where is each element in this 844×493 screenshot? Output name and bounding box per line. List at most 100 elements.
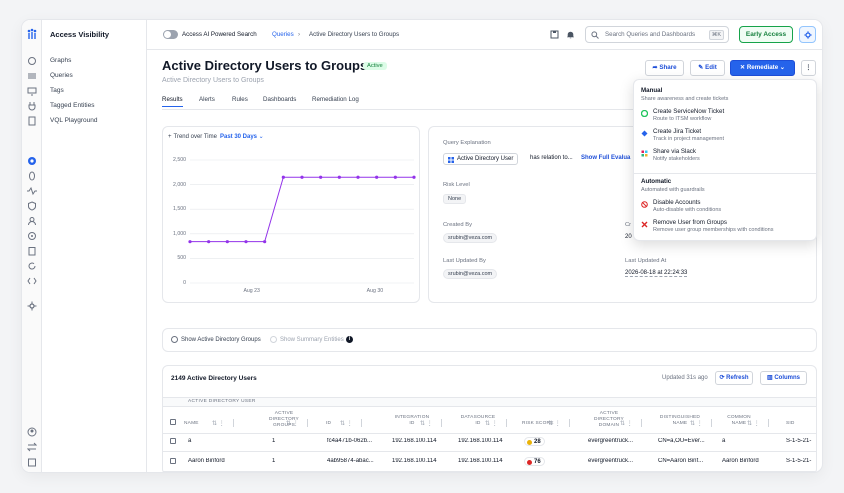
menu-item-title: Share via Slack — [653, 148, 696, 155]
show-full-evaluation-link[interactable]: Show Full Evalua — [581, 155, 630, 161]
query-explanation-label: Query Explanation — [443, 140, 491, 146]
column-separator[interactable] — [441, 419, 442, 427]
column-separator[interactable] — [361, 419, 362, 427]
users-icon[interactable] — [27, 216, 37, 226]
column-menu-icon[interactable]: ⇅ ⋮ — [690, 420, 703, 427]
clipboard-icon[interactable] — [27, 246, 37, 256]
column-separator[interactable] — [768, 419, 769, 427]
menu-item-servicenow[interactable]: Create ServiceNow Ticket Route to ITSM w… — [641, 108, 811, 130]
column-menu-icon[interactable]: ⇅ ⋮ — [420, 420, 433, 427]
column-menu-icon[interactable]: ⇅ ⋮ — [340, 420, 353, 427]
row-checkbox[interactable] — [170, 438, 176, 444]
nav-item-vql-playground[interactable]: VQL Playground — [50, 117, 97, 124]
tab-remediation-log[interactable]: Remediation Log — [312, 96, 359, 103]
column-menu-icon[interactable]: ⇅ ⋮ — [485, 420, 498, 427]
y-tick-label: 500 — [177, 255, 186, 262]
tab-results[interactable]: Results — [162, 96, 183, 107]
show-groups-checkbox[interactable] — [171, 336, 178, 343]
menu-item-slack[interactable]: Share via Slack Notify stakeholders — [641, 148, 811, 170]
search-shortcut: ⌘K — [708, 30, 724, 40]
refresh-cycle-icon[interactable] — [27, 261, 37, 271]
cell-name[interactable]: Aaron Binford — [188, 458, 258, 464]
book-icon[interactable] — [27, 116, 37, 126]
search-box[interactable]: Search Queries and Dashboards ⌘K — [585, 26, 729, 43]
bell-icon[interactable] — [566, 30, 575, 39]
menu-item-remove-user-from-groups[interactable]: Remove User from Groups Remove user grou… — [641, 219, 811, 241]
jira-icon — [641, 130, 648, 137]
tab-dashboards[interactable]: Dashboards — [263, 96, 296, 103]
cell-common-name: a — [722, 438, 726, 444]
chevron-down-icon: ⌄ — [778, 64, 786, 71]
menu-item-title: Create ServiceNow Ticket — [653, 108, 725, 115]
layers-icon[interactable] — [27, 71, 37, 81]
plug-icon[interactable] — [27, 101, 37, 111]
share-button[interactable]: ➦ Share — [645, 60, 684, 76]
refresh-button[interactable]: ⟳ Refresh — [715, 371, 753, 385]
plus-icon: + — [168, 134, 172, 140]
columns-button[interactable]: ▥ Columns — [760, 371, 807, 385]
cell-groups: 1 — [272, 458, 276, 464]
column-separator[interactable] — [641, 419, 642, 427]
tools-icon: ✕ — [739, 64, 747, 71]
settings-icon[interactable] — [27, 301, 37, 311]
column-separator[interactable] — [506, 419, 507, 427]
show-summary-checkbox[interactable] — [270, 336, 277, 343]
info-icon[interactable]: i — [346, 336, 353, 343]
calendar-icon[interactable] — [27, 457, 37, 467]
created-at-label: Cr — [625, 222, 632, 228]
menu-item-disable-accounts[interactable]: Disable Accounts Auto-disable with condi… — [641, 199, 811, 221]
tab-rules[interactable]: Rules — [232, 96, 248, 103]
access-visibility-icon[interactable] — [27, 156, 37, 166]
column-separator[interactable] — [307, 419, 308, 427]
risk-score-badge: 76 — [524, 457, 545, 466]
column-menu-icon[interactable]: ⇅ ⋮ — [747, 420, 760, 427]
early-access-button[interactable]: Early Access — [739, 26, 793, 43]
row-checkbox[interactable] — [170, 458, 176, 464]
col-header-sid[interactable]: SID — [786, 421, 806, 427]
nav-item-graphs[interactable]: Graphs — [50, 57, 71, 64]
query-entity: Active Directory User — [457, 156, 514, 162]
trend-range[interactable]: Past 30 Days — [220, 134, 257, 140]
nav-item-tags[interactable]: Tags — [50, 87, 64, 94]
last-updated-by-label: Last Updated By — [443, 258, 486, 264]
edit-button[interactable]: ✎ Edit — [690, 60, 725, 76]
column-menu-icon[interactable]: ⇅ ⋮ — [620, 420, 633, 427]
integrations-icon[interactable] — [27, 56, 37, 66]
menu-item-jira[interactable]: Create Jira Ticket Track in project mana… — [641, 128, 811, 150]
column-separator[interactable] — [569, 419, 570, 427]
row-divider — [163, 451, 816, 452]
switch-icon[interactable] — [27, 442, 37, 452]
nav-item-queries[interactable]: Queries — [50, 72, 73, 79]
save-icon[interactable] — [550, 30, 559, 39]
column-menu-icon[interactable]: ⇅ ⋮ — [548, 420, 561, 427]
nav-item-tagged-entities[interactable]: Tagged Entities — [50, 102, 94, 109]
target-icon[interactable] — [27, 231, 37, 241]
profile-icon[interactable] — [27, 427, 37, 437]
shield-icon[interactable] — [27, 201, 37, 211]
remediate-button[interactable]: ✕ Remediate ⌄ — [730, 60, 795, 76]
tab-alerts[interactable]: Alerts — [199, 96, 215, 103]
ai-search-toggle[interactable] — [163, 30, 178, 39]
col-header-name[interactable]: NAME — [184, 421, 214, 427]
cell-name[interactable]: a — [188, 438, 258, 444]
trend-range-selector[interactable]: + Trend over Time Past 30 Days ⌄ — [168, 133, 264, 140]
code-icon[interactable] — [27, 276, 37, 286]
activity-icon[interactable] — [27, 186, 37, 196]
more-options-button[interactable]: ⋮ — [801, 60, 816, 76]
page-title: Active Directory Users to Groups — [162, 58, 368, 73]
chevron-down-icon: ⌄ — [257, 134, 264, 140]
app-logo-icon[interactable] — [26, 28, 38, 40]
assistant-button[interactable] — [799, 26, 816, 43]
column-menu-icon[interactable]: ⇅ ⋮ — [286, 420, 299, 427]
column-separator[interactable] — [233, 419, 234, 427]
column-separator[interactable] — [711, 419, 712, 427]
column-menu-icon[interactable]: ⇅ ⋮ — [212, 420, 225, 427]
y-tick-label: 2,000 — [173, 181, 186, 188]
menu-heading-manual: Manual — [641, 87, 663, 94]
eye-icon[interactable] — [27, 171, 37, 181]
risk-dot — [527, 440, 532, 445]
monitor-icon[interactable] — [27, 86, 37, 96]
breadcrumb-queries[interactable]: Queries — [272, 31, 294, 38]
select-all-checkbox[interactable] — [170, 419, 176, 425]
search-input[interactable]: Search Queries and Dashboards — [605, 31, 695, 38]
